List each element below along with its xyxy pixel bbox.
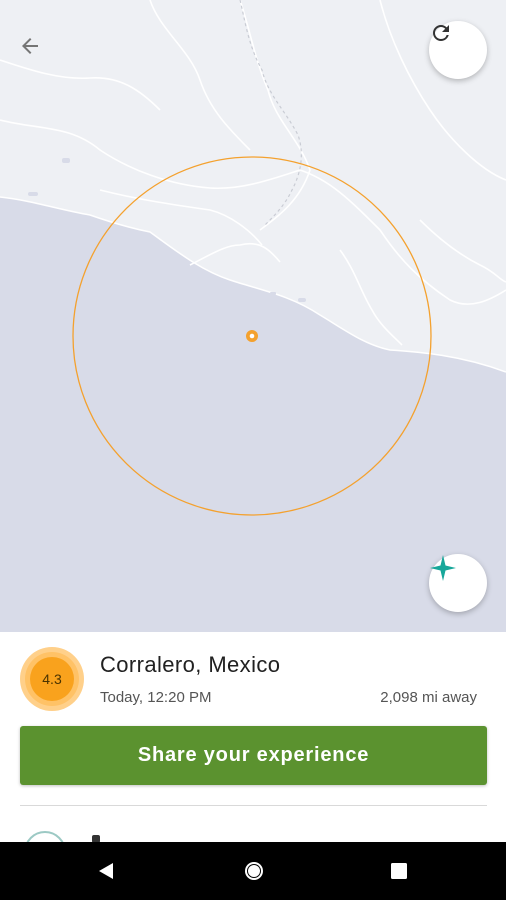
magnitude-value: 4.3 <box>30 657 74 701</box>
back-button[interactable] <box>18 34 62 78</box>
section-divider <box>20 805 487 806</box>
compass-button[interactable] <box>429 554 487 612</box>
refresh-button[interactable] <box>429 21 487 79</box>
share-experience-button[interactable]: Share your experience <box>20 726 487 785</box>
magnitude-ring: 4.3 <box>25 652 79 706</box>
magnitude-badge[interactable]: 4.3 <box>20 647 84 711</box>
nav-recents-button[interactable] <box>369 842 429 900</box>
app-screen: 4.3 Corralero, Mexico Today, 12:20 PM 2,… <box>0 0 506 900</box>
event-time: Today, 12:20 PM <box>100 689 212 706</box>
map-canvas <box>0 0 506 632</box>
nav-back-button[interactable] <box>76 842 136 900</box>
event-details-sheet: 4.3 Corralero, Mexico Today, 12:20 PM 2,… <box>0 632 506 873</box>
nav-home-button[interactable] <box>224 842 284 900</box>
nav-back-triangle-icon <box>99 863 113 879</box>
event-location: Corralero, Mexico <box>100 652 281 677</box>
nav-home-circle-icon <box>245 862 263 880</box>
refresh-icon <box>433 25 449 41</box>
earthquake-map[interactable] <box>0 0 506 632</box>
arrow-back-icon <box>22 38 38 54</box>
compass-icon <box>430 555 456 581</box>
nav-recents-square-icon <box>391 863 407 879</box>
event-distance: 2,098 mi away <box>380 689 477 706</box>
system-navigation-bar <box>0 842 506 900</box>
